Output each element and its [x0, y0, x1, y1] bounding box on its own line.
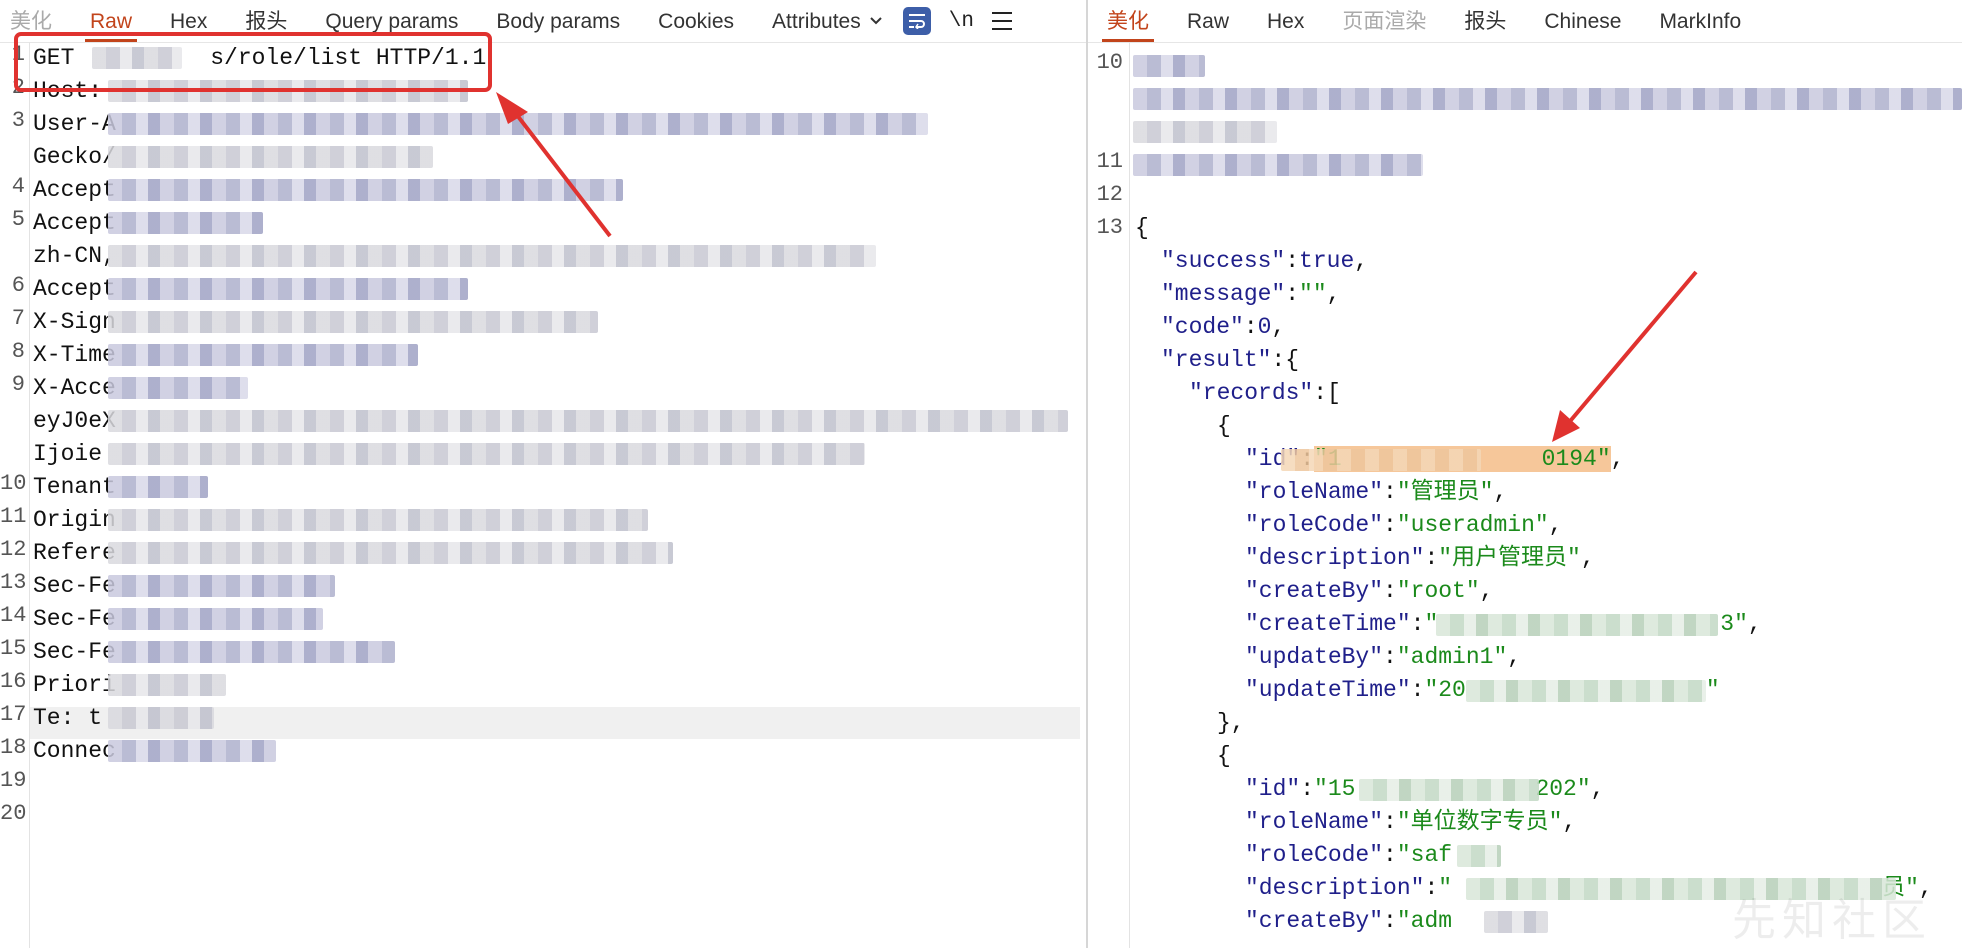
annotation-arrow-left — [508, 104, 612, 238]
annotation-arrowhead — [496, 92, 528, 124]
annotation-arrows — [496, 92, 1698, 442]
annotation-arrow-right — [1564, 270, 1698, 428]
